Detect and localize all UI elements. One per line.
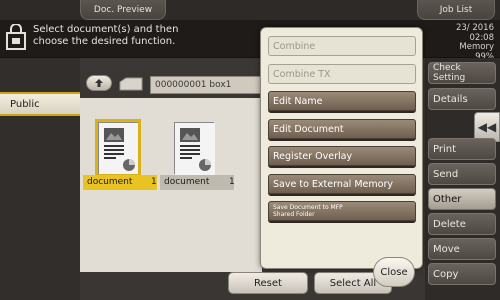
combine-tx-button[interactable]: Combine TX — [268, 64, 416, 84]
instruction-line-1: Select document(s) and then — [33, 24, 179, 35]
combine-button[interactable]: Combine — [268, 36, 416, 56]
instruction-text: Select document(s) and then choose the d… — [33, 24, 233, 48]
edit-document-button[interactable]: Edit Document — [268, 119, 416, 139]
box-icon — [119, 77, 143, 91]
document-thumbnail-2[interactable] — [174, 122, 215, 175]
instruction-line-2: choose the desired function. — [33, 36, 176, 47]
up-arrow-icon — [95, 79, 103, 87]
edit-name-button[interactable]: Edit Name — [268, 91, 416, 111]
delete-button[interactable]: Delete — [428, 213, 496, 235]
document-icon — [175, 123, 215, 175]
other-button[interactable]: Other — [428, 188, 496, 210]
document-label-1[interactable]: document — [83, 175, 157, 190]
job-list-tab[interactable]: Job List — [417, 0, 495, 20]
send-button[interactable]: Send — [428, 163, 496, 185]
document-label-2[interactable]: document — [160, 175, 234, 190]
save-external-memory-button[interactable]: Save to External Memory — [268, 174, 416, 194]
copy-button[interactable]: Copy — [428, 263, 496, 285]
close-button[interactable]: Close — [373, 257, 415, 287]
box-name-field: 000000001 box1 — [150, 76, 262, 94]
save-to-shared-folder-button[interactable]: Save Document to MFP Shared Folder — [268, 201, 416, 221]
box-document-icon — [6, 24, 26, 50]
message-bar: Select document(s) and then choose the d… — [0, 20, 500, 61]
public-tab[interactable]: Public — [0, 92, 86, 116]
double-chevron-left-icon: ◀◀ — [477, 120, 497, 134]
document-thumbnail-1[interactable] — [95, 119, 141, 177]
status-panel: 23/ 2016 02:08 Memory 99% — [434, 23, 494, 62]
save-mfp-line-2: Shared Folder — [273, 211, 315, 218]
doc-preview-tab[interactable]: Doc. Preview — [80, 0, 166, 20]
print-button[interactable]: Print — [428, 138, 496, 160]
document-icon — [99, 123, 139, 175]
register-overlay-button[interactable]: Register Overlay — [268, 146, 416, 166]
move-button[interactable]: Move — [428, 238, 496, 260]
check-setting-button[interactable]: Check Setting — [428, 62, 496, 84]
parent-folder-button[interactable] — [86, 75, 112, 91]
details-button[interactable]: Details — [428, 88, 496, 110]
save-mfp-line-1: Save Document to MFP — [273, 204, 343, 211]
document-count-2: 1 — [229, 177, 235, 187]
document-count-1: 1 — [151, 177, 157, 187]
reset-button[interactable]: Reset — [228, 272, 308, 294]
